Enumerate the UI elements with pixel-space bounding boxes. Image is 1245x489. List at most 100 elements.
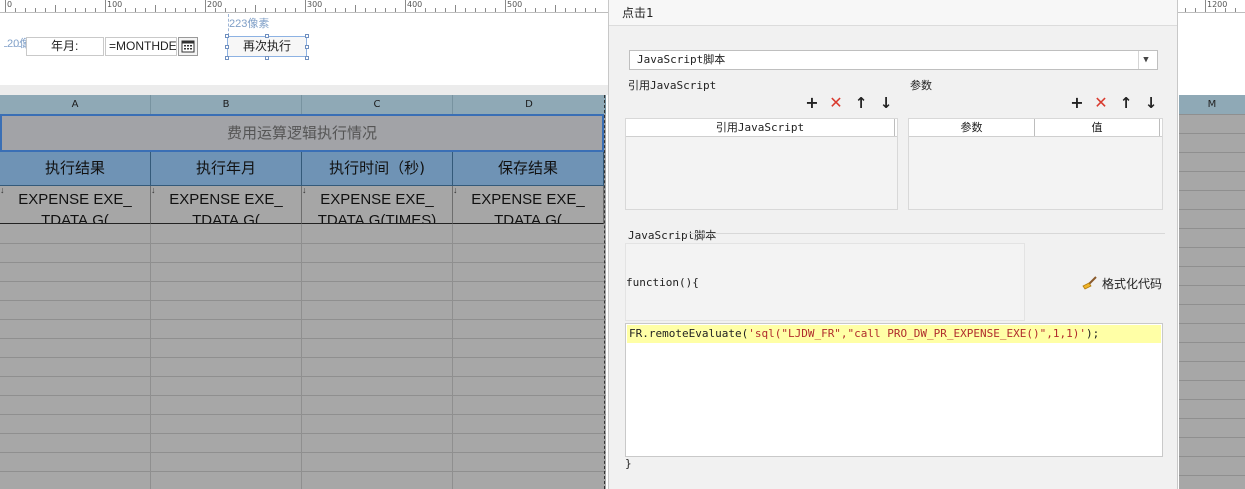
resize-handle[interactable] bbox=[305, 56, 309, 60]
column-header-m[interactable]: M bbox=[1179, 95, 1245, 114]
ruler-tick bbox=[315, 8, 316, 12]
move-down-icon[interactable]: ↓ bbox=[1142, 94, 1160, 112]
grid-line bbox=[0, 452, 606, 453]
month-input[interactable]: =MONTHDE bbox=[105, 37, 177, 56]
ruler-tick bbox=[1195, 8, 1196, 12]
expand-down-icon: ↓ bbox=[151, 186, 156, 195]
ruler-tick bbox=[595, 8, 596, 12]
ruler-tick bbox=[285, 8, 286, 12]
ruler-tick bbox=[145, 8, 146, 12]
ruler-tick bbox=[295, 8, 296, 12]
data-cell[interactable]: ↓ EXPENSE EXE_ TDATA.G(TIMES) bbox=[302, 186, 453, 224]
ruler-tick bbox=[85, 8, 86, 12]
ruler-tick bbox=[35, 8, 36, 12]
ruler-tick bbox=[465, 8, 466, 12]
delete-icon[interactable]: ✕ bbox=[1092, 94, 1110, 112]
action-type-value: JavaScript脚本 bbox=[637, 53, 726, 66]
code-string: 'sql("LJDW_FR","call PRO_DW_PR_EXPENSE_E… bbox=[748, 327, 1086, 340]
grid-line bbox=[1179, 152, 1245, 153]
header-cell[interactable]: 执行时间（秒) bbox=[302, 152, 453, 186]
ruler-tick bbox=[1225, 8, 1226, 12]
column-header-d[interactable]: D bbox=[453, 95, 606, 114]
ruler-tick bbox=[575, 8, 576, 12]
move-up-icon[interactable]: ↑ bbox=[852, 94, 870, 112]
function-header: function(){ bbox=[626, 276, 699, 289]
column-header-c[interactable]: C bbox=[302, 95, 453, 114]
resize-handle[interactable] bbox=[225, 45, 229, 49]
resize-handle[interactable] bbox=[265, 56, 269, 60]
column-header[interactable]: 参数 bbox=[909, 119, 1035, 136]
month-label: 年月: bbox=[26, 37, 104, 56]
ruler-tick bbox=[565, 8, 566, 12]
code-line: FR.remoteEvaluate('sql("LJDW_FR","call P… bbox=[629, 326, 1099, 342]
sheet-title-cell[interactable]: 费用运算逻辑执行情况 bbox=[0, 114, 604, 152]
column-header-b[interactable]: B bbox=[151, 95, 302, 114]
ruler-tick bbox=[585, 8, 586, 12]
ruler-tick bbox=[5, 0, 6, 12]
code-function: FR.remoteEvaluate( bbox=[629, 327, 749, 340]
cell-line: TDATA.G( bbox=[41, 212, 109, 224]
sheet-gap bbox=[0, 85, 608, 95]
ruler-tick bbox=[405, 0, 406, 12]
ruler-tick bbox=[115, 8, 116, 12]
ruler-tick bbox=[365, 8, 366, 12]
column-header[interactable]: 引用JavaScript bbox=[626, 119, 895, 136]
delete-icon[interactable]: ✕ bbox=[827, 94, 845, 112]
grid-line bbox=[301, 224, 302, 489]
move-up-icon[interactable]: ↑ bbox=[1117, 94, 1135, 112]
column-header-a[interactable]: A bbox=[0, 95, 151, 114]
ruler-tick bbox=[415, 8, 416, 12]
ref-js-table[interactable]: 引用JavaScript bbox=[625, 118, 898, 210]
calendar-button[interactable] bbox=[178, 37, 198, 56]
resize-handle[interactable] bbox=[225, 56, 229, 60]
grid-line bbox=[1179, 361, 1245, 362]
function-close: } bbox=[625, 457, 632, 470]
broom-icon bbox=[1082, 276, 1097, 290]
grid-line bbox=[0, 395, 606, 396]
ruler-tick bbox=[545, 8, 546, 12]
header-cell[interactable]: 保存结果 bbox=[453, 152, 604, 186]
ruler-tick bbox=[1215, 8, 1216, 12]
grid-line bbox=[1179, 475, 1245, 476]
ruler-tick bbox=[75, 8, 76, 12]
ruler-tick bbox=[515, 8, 516, 12]
grid-line bbox=[1179, 190, 1245, 191]
column-header-bar: A B C D bbox=[0, 95, 606, 114]
grid-line bbox=[150, 224, 151, 489]
ruler-tick bbox=[155, 5, 156, 12]
chevron-down-icon[interactable]: ▼ bbox=[1138, 51, 1153, 69]
resize-handle[interactable] bbox=[225, 34, 229, 38]
move-down-icon[interactable]: ↓ bbox=[877, 94, 895, 112]
guide-line bbox=[228, 14, 230, 36]
rerun-button[interactable]: 再次执行 bbox=[227, 36, 307, 57]
data-cell[interactable]: ↓ EXPENSE EXE_ TDATA.G( bbox=[151, 186, 302, 224]
click-event-dialog: 点击1 JavaScript脚本 ▼ 引用JavaScript 参数 + ✕ ↑… bbox=[608, 0, 1178, 489]
code-tail: ); bbox=[1085, 327, 1100, 340]
data-cell[interactable]: ↓ EXPENSE EXE_ TDATA.G( bbox=[0, 186, 151, 224]
add-icon[interactable]: + bbox=[1068, 94, 1086, 112]
action-type-select[interactable]: JavaScript脚本 ▼ bbox=[629, 50, 1158, 70]
cell-line: TDATA.G(TIMES) bbox=[317, 212, 437, 224]
header-cell[interactable]: 执行年月 bbox=[151, 152, 302, 186]
ruler-tick bbox=[395, 8, 396, 12]
ruler-tick bbox=[45, 8, 46, 12]
grid-line bbox=[1179, 342, 1245, 343]
add-icon[interactable]: + bbox=[803, 94, 821, 112]
code-editor[interactable]: FR.remoteEvaluate('sql("LJDW_FR","call P… bbox=[625, 323, 1163, 457]
report-sheet-right[interactable]: M bbox=[1179, 95, 1245, 489]
ruler-tick bbox=[425, 8, 426, 12]
ruler-tick bbox=[455, 5, 456, 12]
js-script-section-label: JavaScript脚本 bbox=[628, 229, 717, 242]
data-cell[interactable]: ↓ EXPENSE EXE_ TDATA.G( bbox=[453, 186, 604, 224]
grid-line bbox=[1179, 323, 1245, 324]
format-code-button[interactable]: 格式化代码 bbox=[1082, 275, 1162, 292]
resize-handle[interactable] bbox=[305, 34, 309, 38]
report-sheet[interactable]: A B C D 费用运算逻辑执行情况 执行结果 执行年月 执行时间（秒) 保存结… bbox=[0, 95, 606, 489]
grid-line bbox=[0, 357, 606, 358]
ruler-tick bbox=[1185, 8, 1186, 12]
params-table[interactable]: 参数 值 bbox=[908, 118, 1163, 210]
resize-handle[interactable] bbox=[305, 45, 309, 49]
resize-handle[interactable] bbox=[265, 34, 269, 38]
column-header[interactable]: 值 bbox=[1035, 119, 1160, 136]
header-cell[interactable]: 执行结果 bbox=[0, 152, 151, 186]
